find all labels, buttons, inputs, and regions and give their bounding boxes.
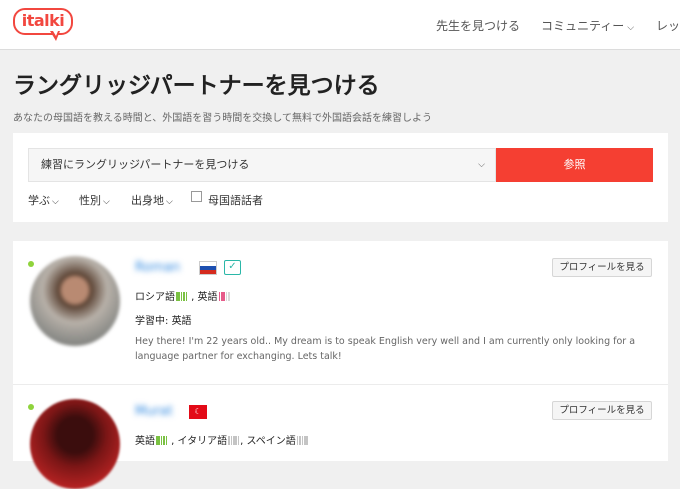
search-panel: 練習にラングリッジパートナーを見つける ⌵ 参照 学ぶ ⌵ 性別 ⌵ 出身地 ⌵ 母国… <box>13 133 668 222</box>
view-profile-button[interactable]: プロフィールを見る <box>552 258 652 277</box>
verified-check-icon: ✓ <box>224 260 241 275</box>
logo-bubble-tail-inner <box>53 31 58 36</box>
proficiency-bars <box>296 436 309 448</box>
partner-name[interactable]: Roman <box>135 260 180 275</box>
nav-community[interactable]: コミュニティー ⌵ <box>541 17 634 34</box>
partner-languages: ロシア語 , 英語 <box>135 288 230 304</box>
filter-learn[interactable]: 学ぶ ⌵ <box>28 192 59 208</box>
page-title: ラングリッジパートナーを見つける <box>13 73 380 99</box>
chevron-down-icon: ⌵ <box>52 197 59 207</box>
partner-learning: 学習中: 英語 <box>135 316 192 327</box>
proficiency-bars <box>156 436 168 448</box>
italki-logo[interactable]: italki <box>13 8 73 35</box>
partner-languages: 英語 , イタリア語, スペイン語 <box>135 432 309 448</box>
chevron-down-icon: ⌵ <box>103 197 110 207</box>
proficiency-bars <box>218 292 231 304</box>
partner-name[interactable]: Murat <box>135 404 173 419</box>
proficiency-bars <box>176 292 188 304</box>
filter-origin[interactable]: 出身地 ⌵ <box>131 192 173 208</box>
chevron-down-icon: ⌵ <box>478 160 485 170</box>
chevron-down-icon: ⌵ <box>166 197 173 207</box>
filter-gender[interactable]: 性別 ⌵ <box>79 192 110 208</box>
partner-results-list: Roman ✓ ロシア語 , 英語 学習中: 英語 Hey there! I'm… <box>13 241 668 489</box>
page-subtitle: あなたの母国語を教える時間と、外国語を習う時間を交換して無料で外国語会話を練習し… <box>13 113 432 124</box>
online-status-indicator <box>28 261 34 267</box>
native-speaker-label: 母国語話者 <box>208 194 263 207</box>
chevron-down-icon: ⌵ <box>627 23 635 33</box>
russia-flag-icon <box>199 261 217 275</box>
avatar[interactable] <box>30 399 120 489</box>
online-status-indicator <box>28 404 34 410</box>
avatar[interactable] <box>30 256 120 346</box>
nav-find-teacher[interactable]: 先生を見つける <box>436 17 520 34</box>
nav-lessons[interactable]: レッ <box>656 17 680 34</box>
top-navigation-bar: italki 先生を見つける コミュニティー ⌵ レッ <box>0 0 680 50</box>
proficiency-bars <box>228 436 240 448</box>
partner-bio: Hey there! I'm 22 years old.. My dream i… <box>135 336 636 362</box>
list-divider <box>13 384 668 385</box>
turkey-flag-icon: ☾ <box>189 405 207 419</box>
view-profile-button[interactable]: プロフィールを見る <box>552 401 652 420</box>
search-type-select[interactable]: 練習にラングリッジパートナーを見つける ⌵ <box>28 148 496 182</box>
native-speaker-checkbox[interactable] <box>191 191 202 202</box>
search-button[interactable]: 参照 <box>496 148 653 182</box>
